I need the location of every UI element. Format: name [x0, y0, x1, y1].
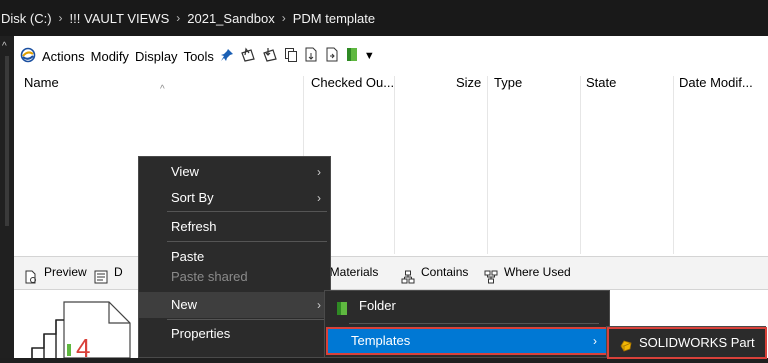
- menu-item-folder[interactable]: Folder: [325, 293, 609, 319]
- menu-item-new[interactable]: New ›: [139, 292, 330, 318]
- tab-contains[interactable]: Contains: [401, 257, 468, 287]
- menu-item-view-label: View: [171, 164, 199, 179]
- where-used-icon: [484, 265, 498, 284]
- menu-modify[interactable]: Modify: [91, 49, 129, 64]
- menu-item-new-label: New: [171, 297, 198, 312]
- tab-datacard-label: D: [114, 265, 123, 279]
- menu-item-folder-label: Folder: [359, 298, 396, 313]
- solidworks-part-icon: [618, 336, 633, 362]
- tab-where-used[interactable]: Where Used: [484, 257, 571, 287]
- column-divider: [580, 76, 581, 254]
- templates-submenu: SOLIDWORKS Part: [606, 326, 767, 359]
- column-type[interactable]: Type: [494, 74, 522, 92]
- menu-separator: [167, 211, 327, 212]
- breadcrumb-pdm-template[interactable]: PDM template: [293, 11, 375, 26]
- get-version-icon[interactable]: [325, 47, 340, 65]
- tab-bill-of-materials[interactable]: f Materials: [323, 257, 378, 287]
- template-document-icon: 4: [31, 301, 131, 363]
- context-menu: View › Sort By › Refresh Paste Paste sha…: [138, 156, 331, 358]
- menu-item-solidworks-part-label: SOLIDWORKS Part: [639, 335, 755, 350]
- chevron-right-icon: ›: [281, 11, 286, 25]
- column-divider: [394, 76, 395, 254]
- menu-item-sort-by-label: Sort By: [171, 190, 214, 205]
- chevron-right-icon: ›: [317, 191, 321, 205]
- check-out-icon[interactable]: [240, 47, 256, 65]
- menu-item-paste-shared-label: Paste shared: [171, 269, 248, 284]
- column-size[interactable]: Size: [456, 74, 481, 92]
- thumbnail-digit: 4: [76, 333, 90, 358]
- copy-tree-icon[interactable]: [284, 47, 298, 65]
- toolbar-overflow-icon[interactable]: ▼: [364, 50, 375, 62]
- new-submenu: Folder Templates ›: [324, 290, 610, 358]
- tab-datacard[interactable]: D: [94, 257, 123, 287]
- pdm-toolbar: Actions Modify Display Tools ▼: [14, 43, 768, 69]
- contains-icon: [401, 265, 415, 284]
- file-preview-thumbnail: 4: [14, 290, 138, 363]
- tab-preview[interactable]: Preview: [24, 257, 87, 287]
- chevron-up-icon[interactable]: ^: [2, 42, 12, 52]
- folder-icon: [336, 299, 348, 325]
- column-checked-out[interactable]: Checked Ou...: [311, 74, 394, 92]
- menu-item-templates[interactable]: Templates ›: [328, 329, 606, 353]
- menu-item-properties[interactable]: Properties: [139, 321, 330, 347]
- menu-item-properties-label: Properties: [171, 326, 231, 341]
- menu-separator: [349, 323, 599, 324]
- pin-icon[interactable]: [220, 48, 234, 65]
- chevron-right-icon: ›: [317, 298, 321, 312]
- menu-tools[interactable]: Tools: [184, 49, 214, 64]
- menu-item-sort-by[interactable]: Sort By ›: [139, 185, 330, 211]
- breadcrumb-sandbox[interactable]: 2021_Sandbox: [187, 11, 274, 26]
- menu-actions[interactable]: Actions: [42, 49, 85, 64]
- menu-item-refresh[interactable]: Refresh: [139, 214, 330, 240]
- chevron-right-icon: ›: [176, 11, 181, 25]
- column-state[interactable]: State: [586, 74, 616, 92]
- tab-where-used-label: Where Used: [504, 265, 571, 279]
- get-latest-icon[interactable]: [304, 47, 319, 65]
- menu-item-view[interactable]: View ›: [139, 159, 330, 185]
- preview-icon: [24, 265, 38, 284]
- chevron-right-icon: ›: [58, 11, 63, 25]
- scrollbar-thumb[interactable]: [5, 56, 9, 226]
- breadcrumb-disk[interactable]: Disk (C:): [1, 11, 52, 26]
- column-name[interactable]: Name: [24, 74, 59, 92]
- menu-item-solidworks-part[interactable]: SOLIDWORKS Part: [609, 330, 763, 356]
- menu-item-paste-shared: Paste shared: [139, 264, 330, 290]
- menu-separator: [167, 319, 327, 320]
- column-headers: Name Checked Ou... Size Type State Date …: [14, 74, 768, 92]
- check-in-icon[interactable]: [262, 47, 278, 65]
- breadcrumb: Disk (C:) › !!! VAULT VIEWS › 2021_Sandb…: [0, 0, 768, 36]
- chevron-right-icon: ›: [593, 334, 597, 348]
- tab-preview-label: Preview: [44, 265, 87, 279]
- chevron-right-icon: ›: [317, 165, 321, 179]
- datacard-icon: [94, 265, 108, 284]
- details-tabs: Preview D f Materials Contains Where Use…: [14, 256, 768, 290]
- breadcrumb-vault-views[interactable]: !!! VAULT VIEWS: [70, 11, 170, 26]
- menu-item-paste-label: Paste: [171, 249, 205, 264]
- pdm-logo-icon: [20, 47, 36, 66]
- menu-item-refresh-label: Refresh: [171, 219, 217, 234]
- tab-bom-label: f Materials: [323, 265, 379, 279]
- column-date-modified[interactable]: Date Modif...: [679, 74, 753, 92]
- tab-contains-label: Contains: [421, 265, 469, 279]
- menu-display[interactable]: Display: [135, 49, 178, 64]
- menu-item-templates-label: Templates: [351, 333, 411, 348]
- column-divider: [673, 76, 674, 254]
- column-divider: [487, 76, 488, 254]
- menu-separator: [167, 241, 327, 242]
- green-folder-icon[interactable]: [346, 47, 358, 65]
